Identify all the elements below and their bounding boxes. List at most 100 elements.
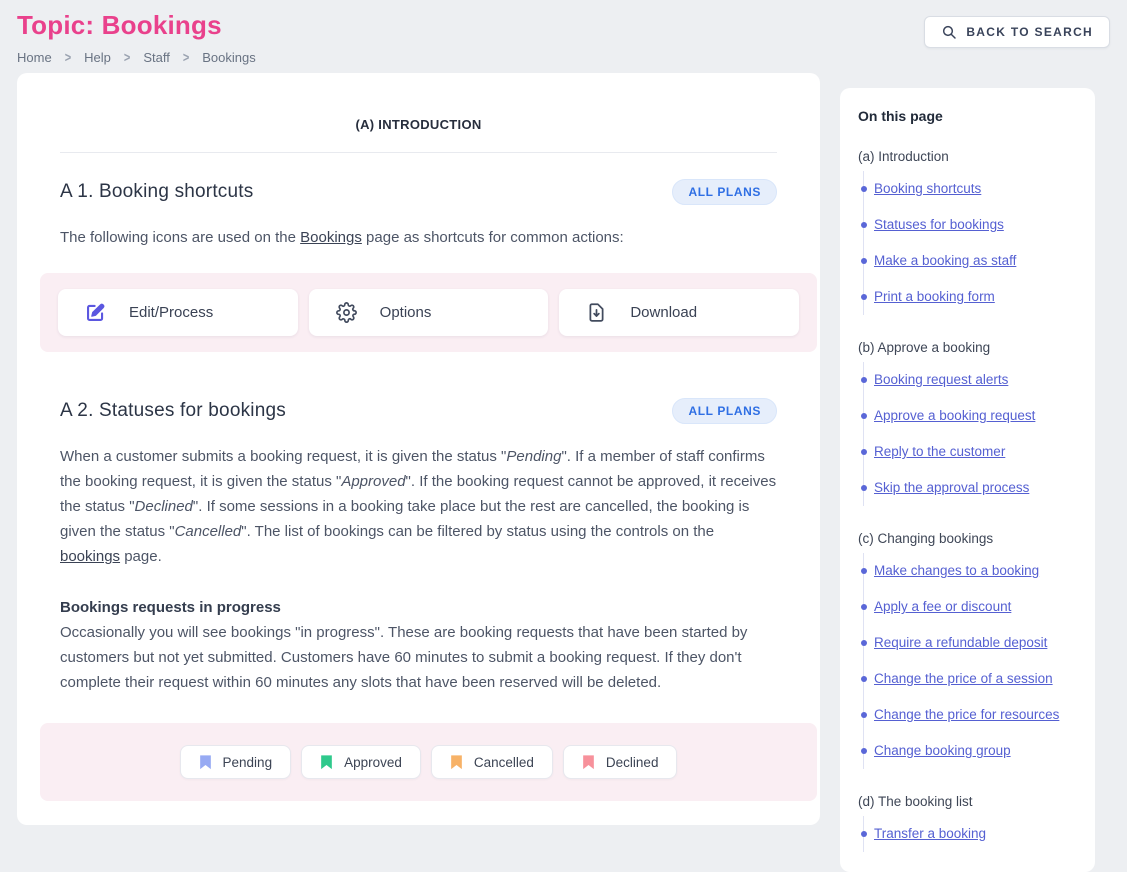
toc-link-require-a-refundable-deposit[interactable]: Require a refundable deposit [874,635,1047,650]
toc-item: Booking shortcuts [864,171,1077,207]
shortcut-download: Download [559,289,799,336]
toc-link-change-the-price-of-a-session[interactable]: Change the price of a session [874,671,1053,686]
toc-item: Require a refundable deposit [864,625,1077,661]
breadcrumb-home[interactable]: Home [17,50,52,65]
shortcut-label: Download [630,304,697,321]
edit-icon [85,302,106,323]
toc-group-d: (d) The booking list [858,794,1077,809]
main-content: (A) INTRODUCTION A 1. Booking shortcuts … [17,73,820,825]
back-to-search-label: BACK TO SEARCH [966,25,1093,39]
all-plans-badge: ALL PLANS [672,398,777,424]
bullet-dot [861,568,867,574]
sidebar-title: On this page [858,108,1077,124]
status-label: Pending [223,755,273,770]
chevron-right-icon: > [124,50,130,65]
toc-item: Print a booking form [864,279,1077,315]
bullet-dot [861,413,867,419]
bullet-dot [861,377,867,383]
shortcut-edit-process: Edit/Process [58,289,298,336]
toc-link-skip-the-approval-process[interactable]: Skip the approval process [874,480,1029,495]
bookings-page-link[interactable]: Bookings [300,229,362,246]
page-title: Topic: Bookings [17,10,256,41]
status-label: Declined [606,755,659,770]
bullet-dot [861,449,867,455]
status-chip-declined: Declined [563,745,678,779]
bullet-dot [861,748,867,754]
bullet-dot [861,258,867,264]
shortcut-label: Options [380,304,432,321]
breadcrumb-bookings[interactable]: Bookings [202,50,255,65]
toc-item: Change booking group [864,733,1077,769]
toc-link-reply-to-the-customer[interactable]: Reply to the customer [874,444,1005,459]
breadcrumb-help[interactable]: Help [84,50,111,65]
subheading: Bookings requests in progress [60,595,777,620]
breadcrumb: Home > Help > Staff > Bookings [17,50,256,65]
toc-group-c: (c) Changing bookings [858,531,1077,546]
statuses-example-panel: Pending Approved Cancelled [40,723,817,801]
toc-item: Change the price of a session [864,661,1077,697]
section-heading: A 1. Booking shortcuts [60,181,253,203]
toc-link-change-booking-group[interactable]: Change booking group [874,743,1011,758]
toc-item: Skip the approval process [864,470,1077,506]
status-chip-approved: Approved [301,745,421,779]
bookmark-icon [582,754,595,770]
paragraph: When a customer submits a booking reques… [60,444,777,569]
toc-link-print-a-booking-form[interactable]: Print a booking form [874,289,995,304]
toc-link-change-the-price-for-resources[interactable]: Change the price for resources [874,707,1059,722]
toc-item: Statuses for bookings [864,207,1077,243]
bullet-dot [861,186,867,192]
bullet-dot [861,640,867,646]
chevron-right-icon: > [65,50,71,65]
toc-link-list: Make changes to a booking Apply a fee or… [863,553,1077,769]
download-icon [586,302,607,323]
divider [60,152,777,153]
breadcrumb-staff[interactable]: Staff [143,50,170,65]
toc-link-booking-request-alerts[interactable]: Booking request alerts [874,372,1008,387]
toc-link-list: Booking request alerts Approve a booking… [863,362,1077,506]
toc-link-statuses-for-bookings[interactable]: Statuses for bookings [874,217,1004,232]
section-booking-shortcuts: A 1. Booking shortcuts ALL PLANS The fol… [40,179,797,352]
chevron-right-icon: > [183,50,189,65]
back-to-search-button[interactable]: BACK TO SEARCH [924,16,1110,48]
toc-item: Make changes to a booking [864,553,1077,589]
toc-link-list: Transfer a booking [863,816,1077,852]
toc-link-apply-a-fee-or-discount[interactable]: Apply a fee or discount [874,599,1011,614]
bullet-dot [861,485,867,491]
shortcuts-example-panel: Edit/Process Options [40,273,817,352]
status-chip-pending: Pending [180,745,292,779]
section-statuses-for-bookings: A 2. Statuses for bookings ALL PLANS Whe… [40,398,797,801]
toc-group-a: (a) Introduction [858,149,1077,164]
toc-item: Change the price for resources [864,697,1077,733]
shortcut-label: Edit/Process [129,304,213,321]
page-body: (A) INTRODUCTION A 1. Booking shortcuts … [0,65,1127,872]
shortcut-options: Options [309,289,549,336]
bullet-dot [861,676,867,682]
bookmark-icon [199,754,212,770]
gear-icon [336,302,357,323]
toc-item: Make a booking as staff [864,243,1077,279]
status-label: Cancelled [474,755,534,770]
header-left: Topic: Bookings Home > Help > Staff > Bo… [17,10,256,65]
toc-link-transfer-a-booking[interactable]: Transfer a booking [874,826,986,841]
search-icon [941,24,957,40]
bookmark-icon [450,754,463,770]
toc-item: Booking request alerts [864,362,1077,398]
bullet-dot [861,604,867,610]
page-header: Topic: Bookings Home > Help > Staff > Bo… [0,0,1127,65]
bullet-dot [861,712,867,718]
toc-group-b: (b) Approve a booking [858,340,1077,355]
toc-link-make-changes-to-a-booking[interactable]: Make changes to a booking [874,563,1039,578]
status-chip-cancelled: Cancelled [431,745,553,779]
on-this-page-sidebar: On this page (a) Introduction Booking sh… [840,88,1095,872]
toc-link-list: Booking shortcuts Statuses for bookings … [863,171,1077,315]
toc-link-booking-shortcuts[interactable]: Booking shortcuts [874,181,981,196]
bookings-page-link[interactable]: bookings [60,548,120,565]
toc-link-make-a-booking-as-staff[interactable]: Make a booking as staff [874,253,1016,268]
toc-item: Reply to the customer [864,434,1077,470]
section-label: (A) INTRODUCTION [40,117,797,132]
all-plans-badge: ALL PLANS [672,179,777,205]
bullet-dot [861,222,867,228]
paragraph: Occasionally you will see bookings "in p… [60,620,777,695]
toc-link-approve-a-booking-request[interactable]: Approve a booking request [874,408,1035,423]
toc-item: Transfer a booking [864,816,1077,852]
